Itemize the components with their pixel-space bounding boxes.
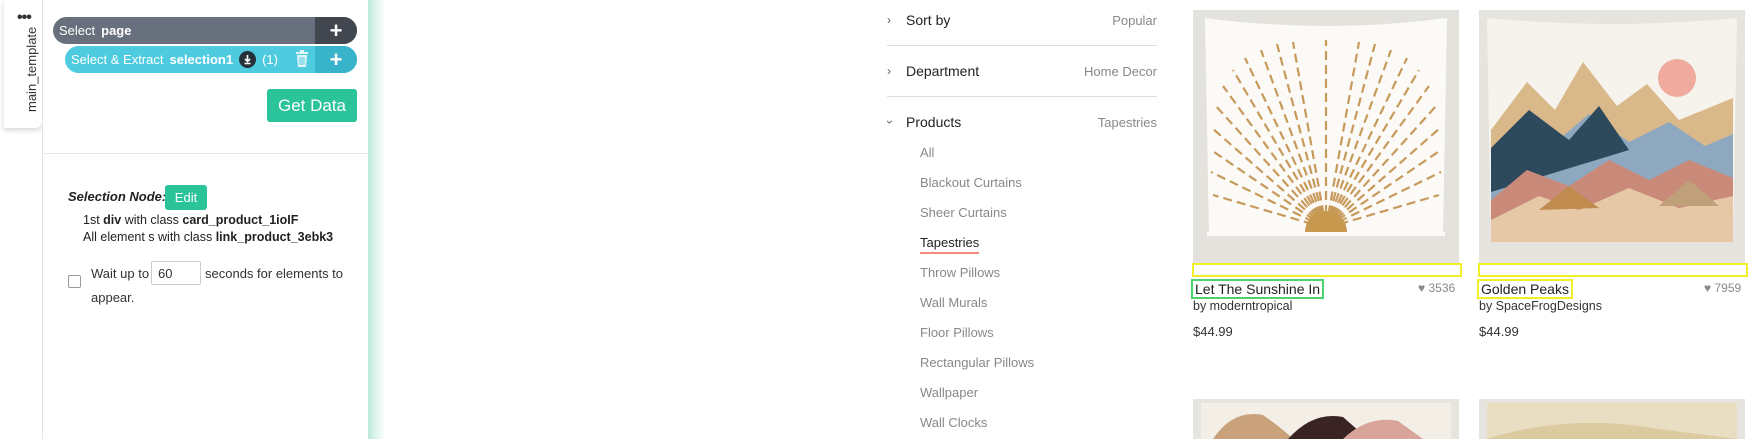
product-likes: ♥ 7959 [1704,281,1741,295]
product-type-blackout-curtains[interactable]: Blackout Curtains [920,175,1022,190]
filter-value: Tapestries [1097,115,1157,130]
product-type-floor-pillows[interactable]: Floor Pillows [920,325,994,340]
chevron-down-icon: › [883,120,897,124]
product-type-wall-murals[interactable]: Wall Murals [920,295,987,310]
select-page-prefix: Select [59,23,96,38]
filter-value: Popular [1112,13,1157,28]
add-subcommand-button[interactable]: + [315,46,357,73]
heart-icon: ♥ [1418,281,1426,295]
product-image-sunshine[interactable] [1193,10,1459,264]
chevron-right-icon: › [887,13,891,27]
chevron-right-icon: › [887,64,891,78]
product-byline[interactable]: by SpaceFrogDesigns [1479,299,1602,313]
product-price: $44.99 [1479,324,1519,339]
wait-label-line2: appear. [91,290,135,305]
edit-button[interactable]: Edit [165,185,207,210]
selection-count: (1) [262,52,278,67]
selection-node-label: Selection Node: [68,189,167,204]
select-extract-target: selection1 [169,52,234,67]
product-image-partial[interactable] [1479,399,1745,439]
product-type-sheer-curtains[interactable]: Sheer Curtains [920,205,1007,220]
filter-name: Products [906,114,962,130]
line1-class: card_product_1ioIF [182,213,299,227]
filter-divider [887,96,1157,97]
filter-products[interactable]: › Products Tapestries [883,114,1157,134]
trash-icon[interactable] [295,50,309,68]
product-title-link[interactable]: Let The Sunshine In [1191,279,1325,299]
wait-label-after: seconds for elements to [205,266,344,281]
template-tab-label: main_template [24,26,39,112]
filter-sort-by[interactable]: › Sort by Popular [887,12,1157,32]
selection-highlight [1478,263,1748,277]
product-type-all[interactable]: All [920,145,934,160]
product-image-golden-peaks[interactable] [1479,10,1745,264]
panel-divider [42,153,368,154]
product-price: $44.99 [1193,324,1233,339]
selection-highlight [1192,263,1462,277]
product-likes-count: 7959 [1714,281,1742,295]
add-command-button[interactable]: + [315,17,357,44]
selection-node-line-1: 1st div with class card_product_1ioIF [83,213,298,227]
wait-seconds-input[interactable] [151,261,201,285]
selection-node-line-2: All element s with class link_product_3e… [83,230,333,244]
select-page-command[interactable]: Select page + [53,17,357,44]
product-type-wall-clocks[interactable]: Wall Clocks [920,415,987,430]
filter-value: Home Decor [1084,64,1157,79]
product-type-wallpaper[interactable]: Wallpaper [920,385,978,400]
select-page-target: page [101,23,132,38]
product-title-link[interactable]: Golden Peaks [1477,279,1573,299]
select-extract-command[interactable]: Select & Extract selection1 (1) + [65,46,357,73]
more-options-icon[interactable]: ••• [17,10,32,26]
product-likes: ♥ 3536 [1418,281,1455,295]
line2-prefix: All element s with class [83,230,213,244]
filter-divider [887,45,1157,46]
download-icon [239,51,257,68]
panel-separator[interactable] [368,0,386,439]
wait-label-before: Wait up to [91,266,150,281]
filter-department[interactable]: › Department Home Decor [887,63,1157,83]
product-type-throw-pillows[interactable]: Throw Pillows [920,265,1000,280]
get-data-button[interactable]: Get Data [267,89,357,122]
line2-class: link_product_3ebk3 [215,230,334,244]
product-likes-count: 3536 [1428,281,1456,295]
line1-tag: div [103,213,122,227]
product-image-partial[interactable] [1193,399,1459,439]
line1-prefix: 1st [83,213,100,227]
plus-icon: + [329,46,343,72]
heart-icon: ♥ [1704,281,1712,295]
filter-name: Sort by [906,12,951,28]
select-extract-prefix: Select & Extract [71,52,164,67]
product-type-rectangular-pillows[interactable]: Rectangular Pillows [920,355,1034,370]
product-type-tapestries[interactable]: Tapestries [920,235,980,254]
wait-checkbox[interactable] [68,275,81,288]
template-tab[interactable]: ••• main_template [4,0,42,128]
plus-icon: + [329,17,343,43]
filter-name: Department [906,63,980,79]
product-byline[interactable]: by moderntropical [1193,299,1292,313]
line1-mid: with class [124,213,179,227]
